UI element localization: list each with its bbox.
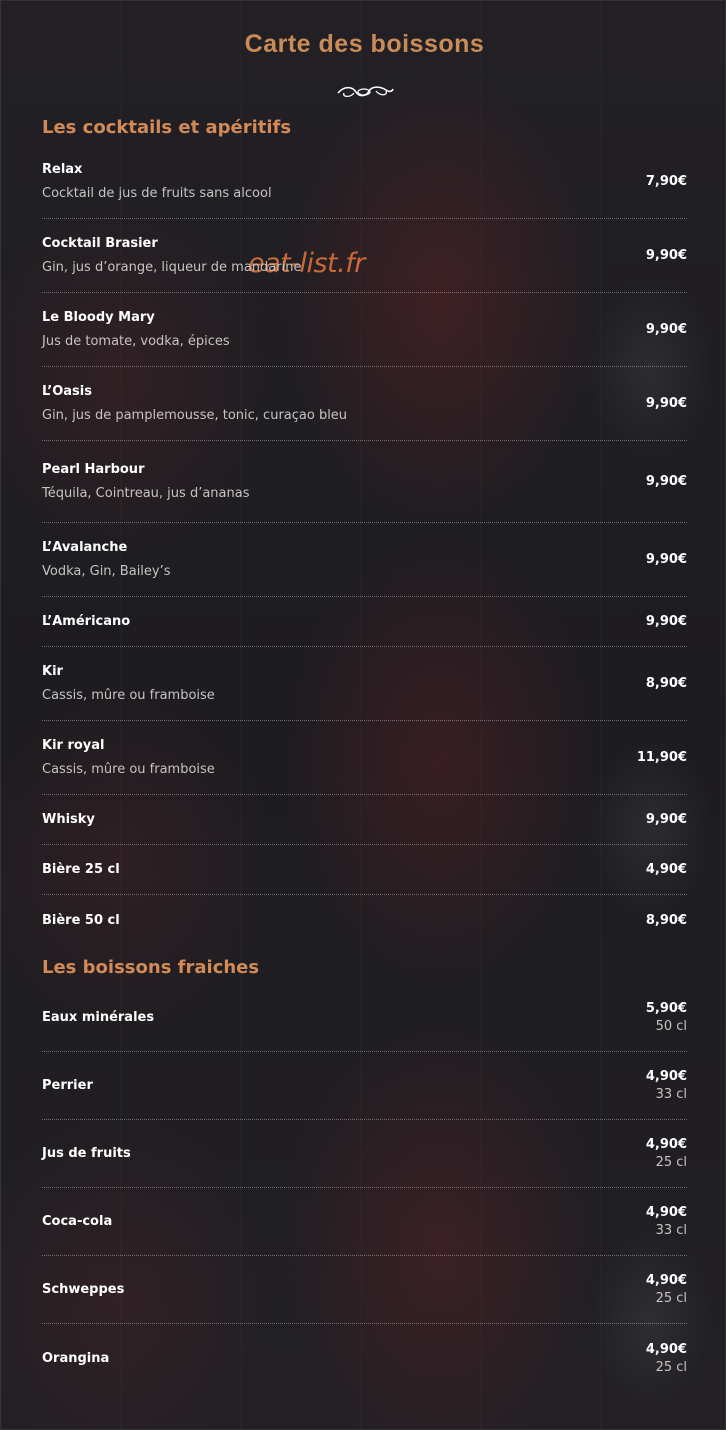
- item-price: 8,90€: [645, 912, 687, 928]
- boissons-list: Eaux minérales 5,90€ 50 cl Perrier 4,90€…: [42, 984, 687, 1392]
- item-price: 4,90€: [645, 1205, 687, 1220]
- item-description: Vodka, Gin, Bailey’s: [42, 564, 171, 579]
- item-description: Jus de tomate, vodka, épices: [42, 334, 230, 349]
- item-price: 9,90€: [645, 552, 687, 567]
- menu-content: Carte des boissons Les cocktails et apér…: [0, 0, 726, 1392]
- item-name: Relax: [42, 162, 83, 177]
- menu-item: L’Avalanche Vodka, Gin, Bailey’s 9,90€: [42, 523, 687, 597]
- item-price: 5,90€: [645, 1001, 687, 1016]
- item-name: Kir royal: [42, 738, 105, 753]
- item-name: Eaux minérales: [42, 1010, 155, 1025]
- item-description: Cocktail de jus de fruits sans alcool: [42, 186, 272, 201]
- item-name: Bière 50 cl: [42, 912, 120, 928]
- item-name: Schweppes: [42, 1282, 125, 1297]
- item-volume: 33 cl: [655, 1223, 687, 1238]
- menu-item: L’Oasis Gin, jus de pamplemousse, tonic,…: [42, 367, 687, 441]
- item-name: Pearl Harbour: [42, 462, 145, 477]
- item-price: 4,90€: [645, 1137, 687, 1152]
- menu-item: Eaux minérales 5,90€ 50 cl: [42, 984, 687, 1052]
- menu-item: Coca-cola 4,90€ 33 cl: [42, 1188, 687, 1256]
- item-name: Coca-cola: [42, 1214, 113, 1229]
- menu-item: Relax Cocktail de jus de fruits sans alc…: [42, 145, 687, 219]
- item-price: 4,90€: [645, 1069, 687, 1084]
- item-name: Jus de fruits: [42, 1146, 131, 1161]
- item-description: Cassis, mûre ou framboise: [42, 688, 215, 703]
- section-title-cocktails: Les cocktails et apéritifs: [42, 117, 292, 138]
- item-volume: 50 cl: [655, 1019, 687, 1034]
- item-name: L’Oasis: [42, 384, 92, 399]
- item-description: Gin, jus de pamplemousse, tonic, curaçao…: [42, 408, 348, 423]
- section-title-boissons-fraiches: Les boissons fraiches: [42, 957, 260, 978]
- item-price: 9,90€: [645, 322, 687, 337]
- menu-item: Schweppes 4,90€ 25 cl: [42, 1256, 687, 1324]
- item-price: 4,90€: [645, 1273, 687, 1288]
- item-name: Le Bloody Mary: [42, 310, 155, 325]
- menu-item: Jus de fruits 4,90€ 25 cl: [42, 1120, 687, 1188]
- page-title: Carte des boissons: [244, 30, 485, 58]
- item-name: Kir: [42, 664, 63, 679]
- item-name: Perrier: [42, 1078, 93, 1093]
- item-price: 9,90€: [645, 614, 687, 629]
- item-volume: 25 cl: [655, 1291, 687, 1306]
- menu-item: Bière 25 cl 4,90€: [42, 845, 687, 895]
- item-price: 4,90€: [645, 1341, 687, 1357]
- flourish-ornament-icon: [42, 64, 687, 104]
- item-description: Cassis, mûre ou framboise: [42, 762, 215, 777]
- menu-item: Perrier 4,90€ 33 cl: [42, 1052, 687, 1120]
- item-volume: 25 cl: [655, 1155, 687, 1170]
- item-volume: 25 cl: [655, 1359, 687, 1375]
- item-price: 9,90€: [645, 248, 687, 263]
- menu-item: L’Américano 9,90€: [42, 597, 687, 647]
- menu-item: Bière 50 cl 8,90€: [42, 895, 687, 945]
- menu-item: Kir Cassis, mûre ou framboise 8,90€: [42, 647, 687, 721]
- menu-item: Le Bloody Mary Jus de tomate, vodka, épi…: [42, 293, 687, 367]
- item-name: L’Américano: [42, 614, 131, 629]
- item-volume: 33 cl: [655, 1087, 687, 1102]
- menu-item: Orangina 4,90€ 25 cl: [42, 1324, 687, 1392]
- menu-item: Pearl Harbour Téquila, Cointreau, jus d’…: [42, 441, 687, 523]
- item-name: Whisky: [42, 812, 95, 827]
- item-price: 9,90€: [645, 812, 687, 827]
- menu-item: Cocktail Brasier Gin, jus d’orange, liqu…: [42, 219, 687, 293]
- item-name: Bière 25 cl: [42, 862, 120, 877]
- cocktails-list: Relax Cocktail de jus de fruits sans alc…: [42, 145, 687, 945]
- item-price: 4,90€: [645, 862, 687, 877]
- item-price: 9,90€: [645, 474, 687, 489]
- item-price: 8,90€: [645, 676, 687, 691]
- item-price: 9,90€: [645, 396, 687, 411]
- item-price: 11,90€: [636, 750, 687, 765]
- menu-item: Kir royal Cassis, mûre ou framboise 11,9…: [42, 721, 687, 795]
- item-name: Orangina: [42, 1350, 110, 1366]
- item-name: L’Avalanche: [42, 540, 128, 555]
- item-price: 7,90€: [645, 174, 687, 189]
- menu-item: Whisky 9,90€: [42, 795, 687, 845]
- item-name: Cocktail Brasier: [42, 236, 158, 251]
- item-description: Téquila, Cointreau, jus d’ananas: [42, 486, 250, 501]
- item-description: Gin, jus d’orange, liqueur de mandarine: [42, 260, 302, 275]
